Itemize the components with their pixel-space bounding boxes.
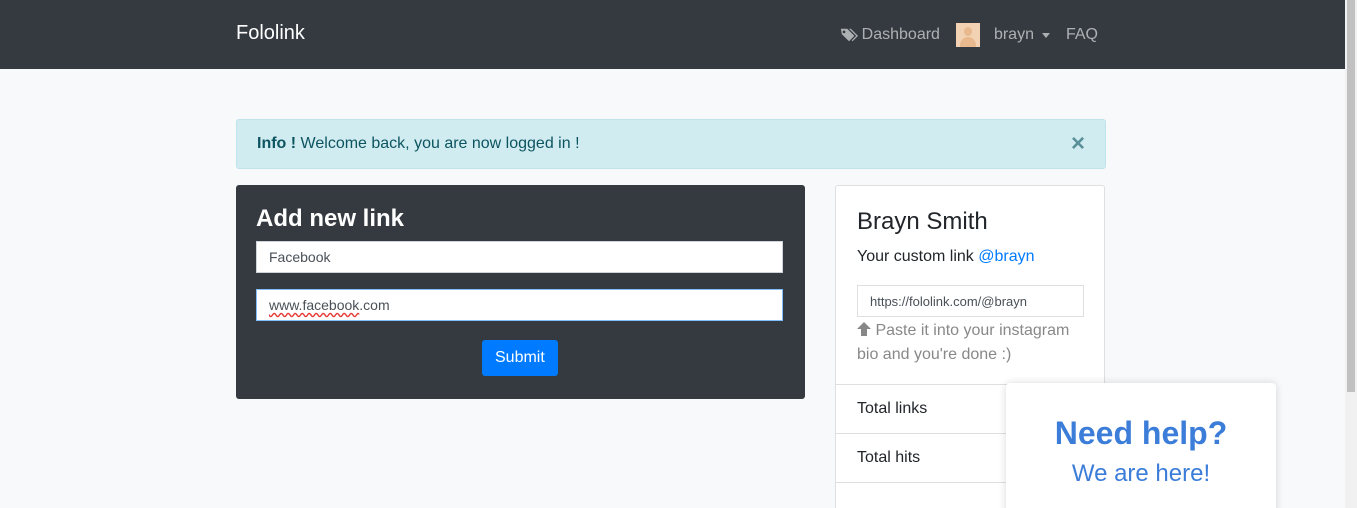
hint-text: Paste it into your instagram bio and you… [857, 322, 1070, 363]
navbar: Fololink Dashboard brayn FAQ [0, 0, 1345, 69]
brand-logo[interactable]: Fololink [236, 22, 305, 45]
hint-text-wrapper: Paste it into your instagram bio and you… [857, 319, 1087, 367]
caret-down-icon [1041, 33, 1050, 38]
custom-link-line: Your custom link @brayn [857, 248, 1035, 266]
nav-dashboard-label: Dashboard [861, 25, 940, 43]
help-widget[interactable]: Need help? We are here! [1006, 383, 1276, 508]
submit-button[interactable]: Submit [482, 340, 558, 376]
nav-dashboard-link[interactable]: Dashboard [840, 26, 940, 44]
add-link-title: Add new link [256, 205, 405, 232]
close-icon[interactable]: × [1071, 132, 1085, 156]
page-scrollbar[interactable] [1345, 0, 1357, 508]
alert-message: Welcome back, you are now logged in ! [300, 135, 580, 152]
link-url-wrapper: www.facebook.com [256, 289, 785, 321]
tags-icon [840, 28, 858, 41]
stat-label: Total hits [857, 449, 921, 466]
arrow-up-icon [857, 322, 871, 336]
help-title: Need help? [1054, 415, 1228, 451]
nav-faq-link[interactable]: FAQ [1066, 26, 1098, 44]
stat-label: Total links [857, 400, 928, 417]
profile-url-field[interactable] [857, 285, 1084, 317]
user-name: brayn [993, 25, 1034, 43]
add-link-card: Add new link www.facebook.com Submit [236, 185, 805, 399]
link-name-input[interactable] [256, 241, 783, 273]
url-misspelled-part: www.facebook [269, 297, 360, 313]
profile-name: Brayn Smith [857, 208, 988, 235]
nav-right: Dashboard brayn FAQ [840, 0, 1098, 69]
custom-link-label: Your custom link [857, 248, 974, 265]
user-dropdown[interactable]: brayn [994, 26, 1050, 44]
link-url-input[interactable]: www.facebook.com [256, 289, 783, 321]
info-alert: Info ! Welcome back, you are now logged … [236, 119, 1106, 169]
user-avatar[interactable] [955, 22, 980, 47]
alert-strong: Info ! [257, 135, 297, 152]
help-subtitle: We are here! [1071, 460, 1211, 487]
scrollbar-thumb[interactable] [1347, 0, 1355, 392]
url-rest: .com [359, 297, 390, 313]
custom-link-handle[interactable]: @brayn [978, 248, 1034, 265]
